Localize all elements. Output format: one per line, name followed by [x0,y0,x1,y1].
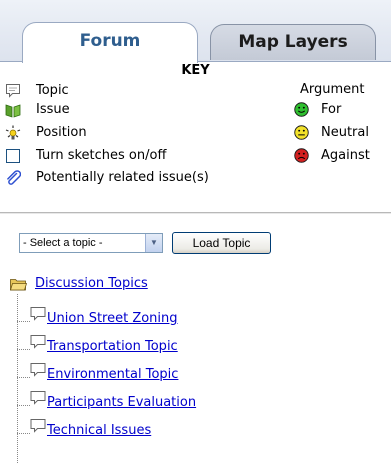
smiley-against-icon [294,148,309,163]
key-label: Potentially related issue(s) [36,170,209,185]
divider-shadow [0,213,391,214]
forum-panel: KEY Topic Issue Position Turn sketches o… [0,61,391,463]
tab-map-layers[interactable]: Map Layers [210,24,376,60]
book-icon [5,104,21,118]
topic-select[interactable]: - Select a topic - ▼ [19,233,163,253]
argument-title: Argument [300,82,365,97]
topic-link-transportation[interactable]: Transportation Topic [47,338,178,356]
tree-connector [17,294,18,463]
key-label: Turn sketches on/off [36,148,167,163]
checkbox-icon[interactable] [5,148,21,164]
key-label: Topic [36,83,69,98]
topic-link-technical-issues[interactable]: Technical Issues [47,422,151,440]
speech-bubble-icon [30,363,46,377]
topic-link-participants-evaluation[interactable]: Participants Evaluation [47,394,196,412]
folder-open-icon [10,279,27,291]
tab-strip: Map Layers Forum [0,0,391,63]
speech-bubble-icon [6,84,20,98]
key-label: Position [36,125,87,140]
topic-link-union-street-zoning[interactable]: Union Street Zoning [47,310,178,328]
lightbulb-icon [5,125,21,140]
speech-bubble-icon [30,307,46,321]
discussion-topics-link[interactable]: Discussion Topics [35,275,148,293]
smiley-neutral-icon [294,125,309,140]
key-title: KEY [181,63,210,78]
paperclip-icon [7,170,21,185]
argument-label: For [321,102,342,117]
argument-label: Against [321,148,370,163]
topic-select-value: - Select a topic - [23,237,103,249]
key-label: Issue [36,102,70,117]
speech-bubble-icon [30,391,46,405]
speech-bubble-icon [30,335,46,349]
topic-link-environmental[interactable]: Environmental Topic [47,366,178,384]
load-topic-button[interactable]: Load Topic [172,232,271,254]
chevron-down-icon[interactable]: ▼ [145,234,162,252]
speech-bubble-icon [30,419,46,433]
smiley-for-icon [294,102,309,117]
argument-label: Neutral [321,125,369,140]
tab-forum[interactable]: Forum [22,22,198,63]
